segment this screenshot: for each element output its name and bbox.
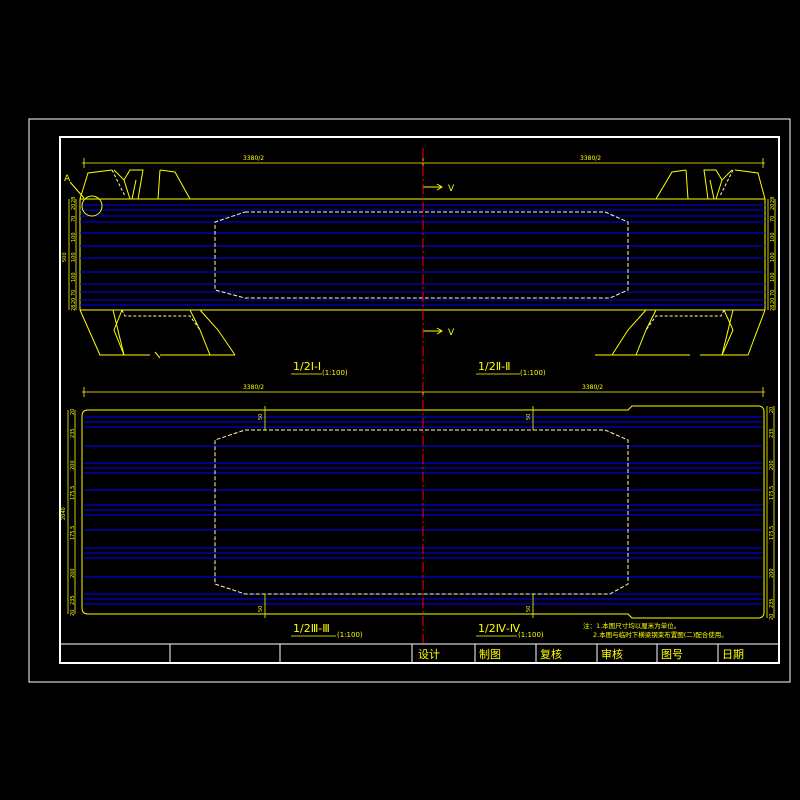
svg-text:200: 200 <box>769 460 775 470</box>
top-left-total: 500 <box>62 252 68 262</box>
small-dim-b: 50 <box>526 414 532 420</box>
bottom-small-dims <box>264 406 534 618</box>
svg-text:20: 20 <box>70 610 76 616</box>
svg-text:28: 28 <box>71 197 77 203</box>
cut-label-top: V <box>448 184 455 194</box>
section-title-1: 1/2Ⅰ-Ⅰ <box>293 360 321 373</box>
svg-text:235: 235 <box>70 595 76 605</box>
section-title-3: 1/2Ⅲ-Ⅲ <box>293 622 330 635</box>
section-title-2: 1/2Ⅱ-Ⅱ <box>478 360 511 373</box>
tb-approve: 审核 <box>601 647 623 661</box>
small-dim-c: 50 <box>258 606 264 612</box>
bottom-left-total: 2040 <box>61 507 67 520</box>
svg-text:20: 20 <box>769 407 775 413</box>
tb-drawing-no: 图号 <box>661 648 683 661</box>
svg-text:70: 70 <box>770 216 776 222</box>
section-scale-4: (1:100) <box>518 631 544 639</box>
small-dim-d: 50 <box>526 606 532 612</box>
cut-marker-bottom <box>423 327 443 335</box>
svg-text:20: 20 <box>71 298 77 304</box>
svg-text:70: 70 <box>71 290 77 296</box>
bottom-dim-left: 3380/2 <box>243 384 264 391</box>
svg-text:200: 200 <box>769 568 775 578</box>
top-dim-right: 3380/2 <box>580 155 601 162</box>
cut-marker-top <box>423 183 443 191</box>
note-line-2: 2.本图与临时下横梁钢束布置图(二)配合使用。 <box>593 630 728 639</box>
svg-text:28: 28 <box>770 305 776 311</box>
svg-text:200: 200 <box>70 568 76 578</box>
svg-text:175.5: 175.5 <box>769 526 775 540</box>
svg-text:235: 235 <box>769 598 775 608</box>
top-hidden-box <box>214 211 629 299</box>
bottom-section: 3380/2 3380/2 50 50 50 50 2040 20 235 20… <box>61 384 775 639</box>
section-scale-1: (1:100) <box>322 369 348 377</box>
svg-text:20: 20 <box>71 204 77 210</box>
svg-text:235: 235 <box>70 428 76 438</box>
svg-text:100: 100 <box>770 252 776 262</box>
tb-design: 设计 <box>418 648 440 661</box>
bottom-hidden-box <box>214 429 629 595</box>
top-section: A 3380/2 3380/2 500 28 20 70 100 100 100… <box>62 155 776 377</box>
cad-drawing: A 3380/2 3380/2 500 28 20 70 100 100 100… <box>28 118 791 683</box>
svg-text:70: 70 <box>770 290 776 296</box>
svg-text:70: 70 <box>71 216 77 222</box>
tb-draft: 制图 <box>479 648 501 661</box>
tb-date: 日期 <box>722 648 744 661</box>
note-line-1: 注：1.本图尺寸均以厘米为单位。 <box>583 621 680 630</box>
svg-text:175.5: 175.5 <box>70 486 76 500</box>
section-title-4: 1/2Ⅳ-Ⅳ <box>478 622 521 635</box>
bottom-left-chain <box>67 410 76 614</box>
section-scale-3: (1:100) <box>337 631 363 639</box>
svg-text:28: 28 <box>770 197 776 203</box>
svg-text:100: 100 <box>71 232 77 242</box>
svg-text:100: 100 <box>770 272 776 282</box>
svg-text:175.5: 175.5 <box>769 486 775 500</box>
svg-text:28: 28 <box>71 305 77 311</box>
svg-text:235: 235 <box>769 428 775 438</box>
small-dim-a: 50 <box>258 414 264 420</box>
svg-text:20: 20 <box>770 298 776 304</box>
tb-review: 复核 <box>540 647 562 661</box>
svg-text:175.5: 175.5 <box>70 526 76 540</box>
svg-text:200: 200 <box>70 460 76 470</box>
top-dim-left: 3380/2 <box>243 155 264 162</box>
outer-frame <box>28 118 791 683</box>
svg-text:20: 20 <box>770 204 776 210</box>
svg-text:100: 100 <box>71 252 77 262</box>
svg-text:20: 20 <box>769 614 775 620</box>
svg-text:100: 100 <box>770 232 776 242</box>
section-scale-2: (1:100) <box>520 369 546 377</box>
bottom-dim-right: 3380/2 <box>582 384 603 391</box>
cut-label-bottom: V <box>448 328 455 338</box>
svg-text:100: 100 <box>71 272 77 282</box>
svg-text:20: 20 <box>70 409 76 415</box>
